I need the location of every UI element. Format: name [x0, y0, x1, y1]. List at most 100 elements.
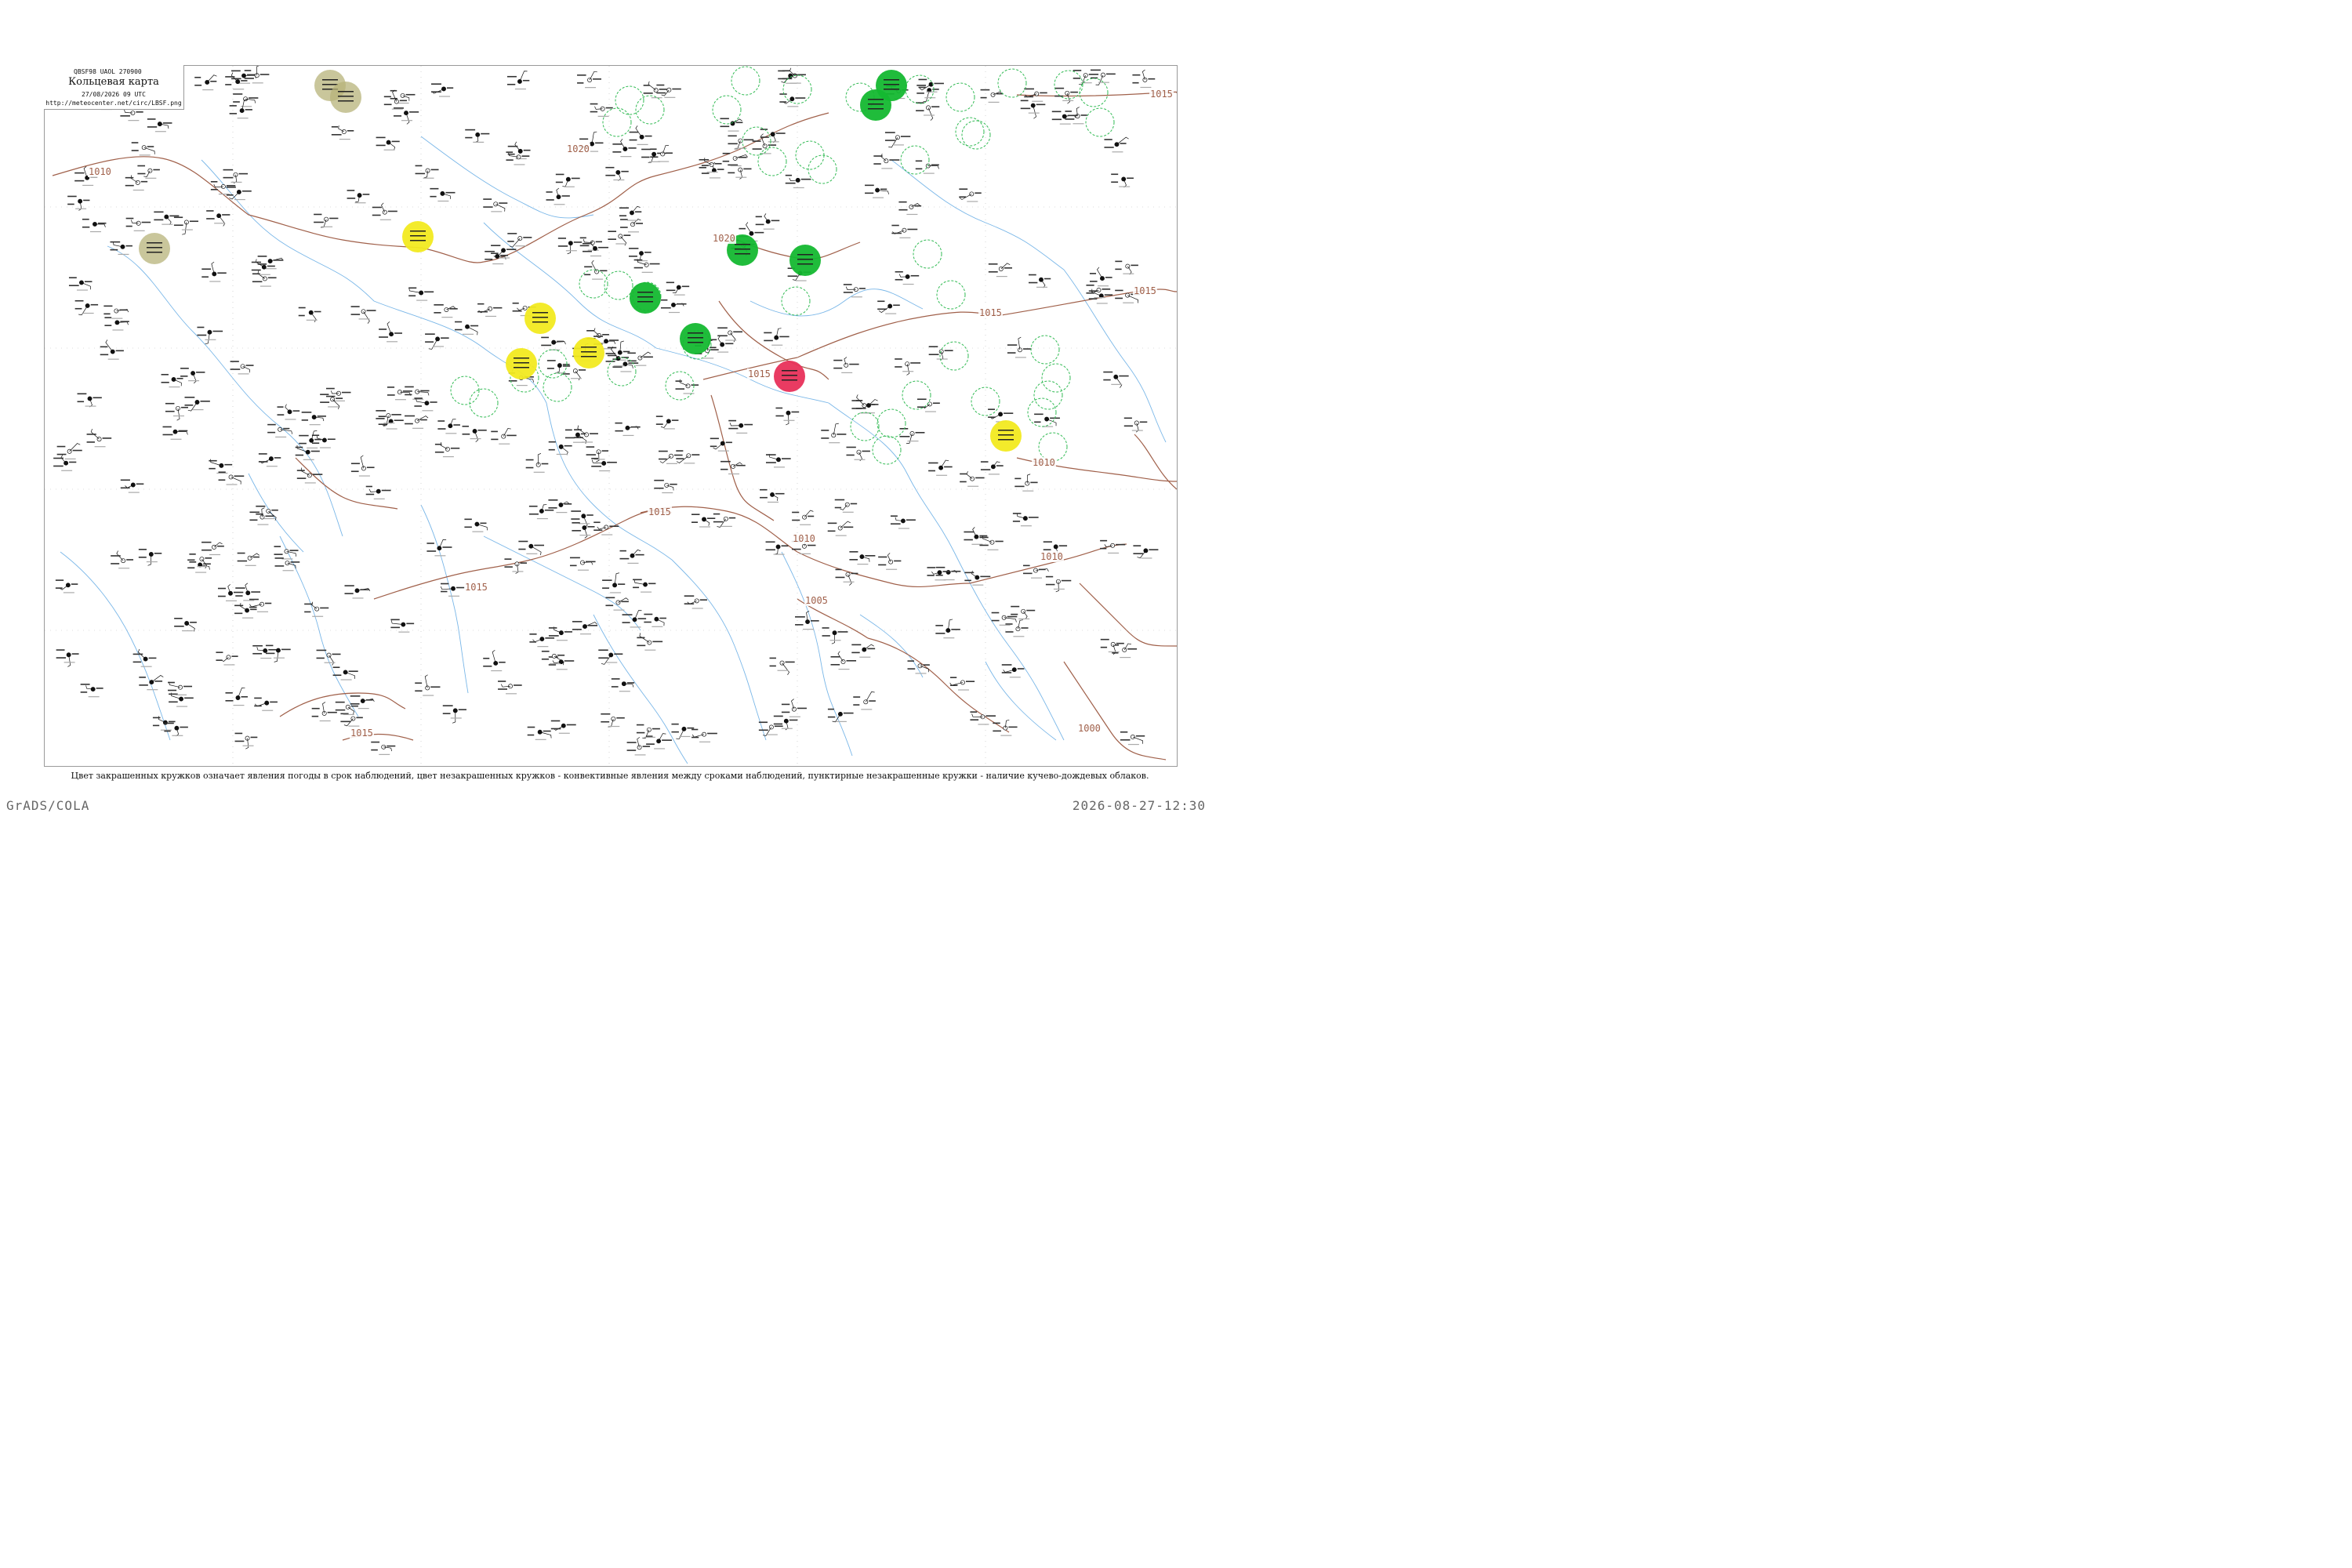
station-glyph — [629, 248, 652, 262]
station-glyph — [139, 675, 164, 691]
isobar-label: 1015 — [978, 307, 1003, 318]
station-glyph — [125, 175, 148, 191]
station-glyph — [691, 514, 716, 528]
station-glyph — [525, 453, 549, 473]
station-glyph — [506, 71, 530, 90]
station-glyph — [154, 211, 180, 225]
station-glyph — [713, 513, 736, 528]
station-glyph — [949, 677, 975, 691]
station-glyph — [608, 230, 631, 246]
station-glyph — [344, 585, 371, 599]
station-glyph — [331, 125, 354, 140]
station-glyph — [434, 442, 460, 458]
station-glyph — [274, 546, 299, 560]
phenomenon-green-circle — [860, 89, 891, 121]
station-glyph — [782, 375, 797, 376]
station-glyph — [797, 259, 813, 260]
station-glyph — [223, 169, 249, 183]
station-glyph — [735, 244, 750, 245]
station-glyph — [1051, 111, 1078, 125]
station-glyph — [998, 439, 1014, 441]
isobar-label: 1010 — [88, 166, 112, 177]
station-glyph — [765, 454, 791, 468]
station-glyph — [125, 217, 151, 231]
station-glyph — [684, 595, 707, 609]
station-glyph — [654, 479, 677, 494]
station-glyph — [792, 510, 815, 525]
cb-circle — [1027, 397, 1057, 427]
phenomenon-yellow-circle — [524, 303, 556, 334]
station-glyph — [602, 572, 626, 593]
station-glyph — [691, 728, 717, 742]
station-glyph — [611, 678, 635, 692]
station-glyph — [1007, 336, 1032, 358]
station-glyph — [194, 74, 217, 91]
footer-software: GrADS/COLA — [6, 798, 90, 813]
station-glyph — [960, 471, 985, 487]
station-glyph — [465, 129, 490, 143]
cb-circle — [579, 269, 608, 299]
phenomenon-olive-circle — [330, 82, 361, 113]
station-glyph — [998, 434, 1014, 436]
phenomenon-green-circle — [630, 282, 661, 314]
isobar-label: 1015 — [1149, 89, 1174, 100]
station-glyph — [425, 333, 449, 350]
station-glyph — [325, 387, 351, 401]
station-glyph — [915, 160, 939, 174]
station-glyph — [775, 407, 800, 426]
station-glyph — [67, 195, 90, 211]
station-glyph — [782, 370, 797, 372]
station-glyph — [477, 303, 503, 318]
station-glyph — [855, 399, 879, 414]
station-glyph — [779, 93, 806, 107]
graticule — [45, 66, 1177, 766]
station-glyph — [629, 125, 652, 145]
station-glyph — [226, 186, 252, 201]
station-glyph — [964, 527, 988, 545]
station-glyph — [390, 619, 415, 633]
station-glyph — [394, 107, 419, 125]
cb-circle — [997, 68, 1027, 98]
station-glyph — [161, 373, 183, 388]
phenomenon-yellow-circle — [506, 348, 537, 379]
station-glyph — [797, 263, 813, 265]
cb-circle — [902, 380, 931, 410]
station-glyph — [868, 103, 884, 105]
station-glyph — [1012, 513, 1039, 527]
station-glyph — [884, 84, 899, 85]
station-glyph — [56, 649, 79, 667]
station-glyph — [755, 213, 780, 230]
station-glyph — [376, 410, 401, 426]
station-glyph — [440, 583, 465, 597]
station-glyph — [350, 455, 375, 477]
station-glyph — [548, 656, 575, 670]
station-glyph — [338, 100, 354, 102]
station-glyph — [216, 652, 238, 666]
station-glyph — [846, 446, 870, 462]
station-glyph — [415, 165, 439, 179]
station-glyph — [834, 499, 858, 513]
station-glyph — [162, 426, 188, 440]
cb-circle — [872, 435, 902, 465]
station-glyph — [884, 79, 899, 81]
station-glyph — [998, 430, 1014, 431]
station-glyph — [688, 342, 703, 343]
station-glyph — [483, 198, 508, 212]
station-glyph — [371, 741, 396, 755]
station-glyph — [928, 346, 953, 361]
station-glyph — [877, 300, 900, 314]
station-glyph — [916, 398, 940, 412]
cb-circle — [538, 349, 568, 379]
station-glyph — [851, 644, 876, 658]
station-glyph — [277, 404, 300, 420]
station-glyph — [1123, 417, 1148, 433]
station-glyph — [577, 71, 602, 89]
cb-circle — [936, 280, 966, 310]
cb-circle — [450, 376, 480, 405]
station-glyph — [548, 499, 572, 514]
station-glyph — [350, 695, 375, 710]
station-glyph — [627, 351, 653, 366]
station-glyph — [1132, 69, 1156, 89]
station-glyph — [853, 691, 876, 710]
station-glyph — [849, 551, 876, 565]
